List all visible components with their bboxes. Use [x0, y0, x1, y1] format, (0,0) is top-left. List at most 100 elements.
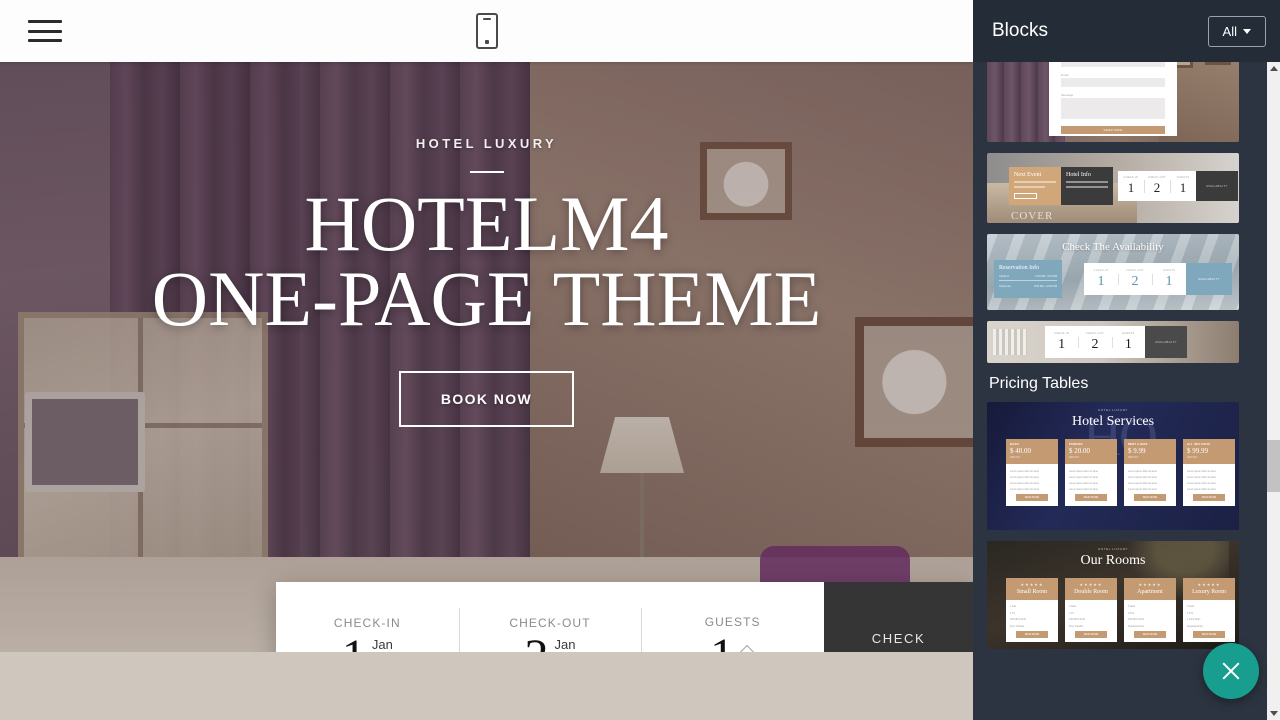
- guests-stepper[interactable]: [740, 633, 755, 653]
- hotelm4-editor-screen: HOTEL LUXURY HOTELM4 ONE-PAGE THEME BOOK…: [0, 0, 1280, 720]
- check-availability-line-1: CHECK: [871, 631, 926, 646]
- room-card-feature: 1 bed: [1010, 605, 1016, 608]
- room-card-feature: Free Transfer: [1010, 624, 1025, 628]
- pricing-card-name: ALL INCLUSIVE: [1187, 443, 1211, 446]
- blocks-panel-title: Blocks: [992, 20, 1048, 41]
- pricing-card-price: $ 20.00: [1069, 447, 1090, 455]
- pricing-card-name: RENT A BIKE: [1128, 443, 1148, 446]
- pricing-card-feature: Lorem ipsum dolor sit amet: [1187, 488, 1216, 491]
- room-card-stars: ★★★★★: [1020, 582, 1044, 587]
- pricing-card-feature: Lorem ipsum dolor sit amet: [1010, 488, 1039, 491]
- room-card: ★★★★★ Double Room 2 beds 1 TV 100 Mb/s W…: [1065, 578, 1117, 642]
- room-card-feature: 3 beds: [1187, 605, 1195, 608]
- close-panel-fab[interactable]: [1203, 643, 1259, 699]
- scroll-down-arrow-icon[interactable]: [1267, 707, 1280, 720]
- room-card-name: Double Room: [1074, 589, 1108, 595]
- pricing-card-feature: Lorem ipsum dolor sit amet: [1069, 488, 1098, 491]
- picker-value: 1: [1058, 336, 1066, 352]
- contact-field-label: Message: [1061, 93, 1074, 97]
- pricing-card-name: PARKING: [1069, 443, 1083, 446]
- check-availability-button[interactable]: CHECK AVAILABILITY: [824, 582, 973, 652]
- scroll-up-arrow-icon[interactable]: [1267, 62, 1280, 75]
- next-event-read-more: [1014, 193, 1037, 199]
- picker-label: CHECK-OUT: [1125, 268, 1145, 272]
- pricing-card-feature: Lorem ipsum dolor sit amet: [1010, 476, 1039, 479]
- booking-bar: CHECK-IN 1 Jan CHECK-OUT 2: [276, 582, 973, 652]
- pricing-card-name: BASIC: [1010, 443, 1020, 446]
- pricing-card-unit: PER DAY: [1010, 456, 1021, 459]
- room-card: ★★★★★ Small Room 1 bed 1 TV 100 Mb/s Wi-…: [1006, 578, 1058, 642]
- pricing-card-button: READ MORE: [1193, 494, 1225, 501]
- check-out-month-value: Jan: [554, 637, 576, 652]
- pricing-card-feature: Lorem ipsum dolor sit amet: [1187, 476, 1216, 479]
- picker-label: CHECK-IN: [1054, 331, 1070, 335]
- rooms-kicker: HOTEL LUXURY: [1097, 547, 1129, 551]
- pricing-card-feature: Lorem ipsum dolor sit amet: [1187, 470, 1216, 473]
- room-card-feature: 100 Mb/s Wi-Fi: [1128, 618, 1145, 621]
- room-card-feature: 100 Mb/s Wi-Fi: [1069, 618, 1086, 621]
- pricing-card: PARKING $ 20.00 PER DAY Lorem ipsum dolo…: [1065, 439, 1117, 506]
- room-card-feature: 1 TV: [1069, 611, 1075, 615]
- hero-title-line-1: HOTELM4: [304, 180, 669, 267]
- room-card-name: Apartment: [1137, 589, 1163, 595]
- pricing-card-feature: Lorem ipsum dolor sit amet: [1069, 482, 1098, 485]
- picker-value: 1: [1097, 273, 1105, 289]
- reservation-row-label: Check-in: [999, 275, 1010, 278]
- pricing-card-feature: Lorem ipsum dolor sit amet: [1187, 482, 1216, 485]
- services-kicker: HOTEL LUXURY: [1097, 408, 1129, 412]
- scrollbar-thumb[interactable]: [1267, 440, 1280, 492]
- blocks-filter-label: All: [1222, 23, 1237, 39]
- blocks-filter-dropdown[interactable]: All: [1207, 15, 1266, 47]
- room-card-feature: 100 Mb/s Wi-Fi: [1010, 618, 1027, 621]
- guests-value: 1: [710, 631, 734, 652]
- block-thumbnail-hotel-services[interactable]: HO HOTEL LUXURY Hotel Services BASIC $ 4…: [987, 402, 1239, 530]
- pricing-card-feature: Lorem ipsum dolor sit amet: [1128, 482, 1157, 485]
- book-now-button[interactable]: BOOK NOW: [398, 370, 575, 427]
- guests-label: GUESTS: [704, 614, 761, 629]
- pricing-card: BASIC $ 40.00 PER DAY Lorem ipsum dolor …: [1006, 439, 1058, 506]
- picker-value: 2: [1091, 336, 1099, 352]
- block-thumbnail-next-event[interactable]: Next Event Hotel Info CHECK-IN1 CHECK-OU…: [987, 153, 1239, 223]
- guests-field[interactable]: GUESTS 1: [641, 602, 824, 652]
- check-in-field[interactable]: CHECK-IN 1 Jan: [276, 602, 459, 652]
- blocks-panel-scrollbar[interactable]: [1267, 62, 1280, 720]
- block-thumbnail-booking-bar[interactable]: CHECK-IN 1 CHECK-OUT 2 GUESTS 1 AVAILABILIT…: [987, 321, 1239, 363]
- room-card: ★★★★★ Apartment 3 beds 2 TVs 100 Mb/s Wi…: [1124, 578, 1176, 642]
- picker-value: 2: [1153, 179, 1161, 195]
- pricing-card: RENT A BIKE $ 9.99 PER DAY Lorem ipsum d…: [1124, 439, 1176, 506]
- picker-value: 1: [1165, 273, 1173, 289]
- pricing-card-unit: PER DAY: [1128, 456, 1139, 459]
- pricing-card-unit: PER DAY: [1187, 456, 1198, 459]
- next-event-title: Next Event: [1014, 172, 1042, 178]
- pricing-card-feature: Lorem ipsum dolor sit amet: [1128, 470, 1157, 473]
- mobile-phone-icon[interactable]: [475, 13, 498, 49]
- check-availability-line-2: AVAILABILITY: [847, 650, 950, 652]
- block-thumbnail-check-availability[interactable]: Check The Availability Reservation Info …: [987, 234, 1239, 310]
- blocks-panel-list[interactable]: CONTACT FORM Get In Touch First name Ema…: [973, 62, 1268, 720]
- picker-label: CHECK-OUT: [1147, 175, 1167, 179]
- reservation-row-label: Check-out: [999, 285, 1011, 288]
- pricing-card-feature: Lorem ipsum dolor sit amet: [1128, 476, 1157, 479]
- room-card-feature: Free Transfer: [1069, 624, 1084, 628]
- pricing-card-feature: Lorem ipsum dolor sit amet: [1069, 470, 1098, 473]
- contact-field-label: Email: [1061, 73, 1069, 77]
- picker-value: 1: [1124, 336, 1132, 352]
- pricing-card-feature: Lorem ipsum dolor sit amet: [1010, 470, 1039, 473]
- picker-value: 1: [1179, 179, 1187, 195]
- hamburger-icon[interactable]: [28, 20, 62, 42]
- hero-section: HOTEL LUXURY HOTELM4 ONE-PAGE THEME BOOK…: [0, 62, 973, 652]
- room-card: ★★★★★ Luxury Room 3 beds 2 TVs 1 Gb/s Wi…: [1183, 578, 1235, 642]
- blocks-group-title-pricing-tables: Pricing Tables: [989, 375, 1089, 392]
- chevron-up-icon[interactable]: [740, 645, 755, 653]
- room-card-feature: 2 TVs: [1187, 611, 1194, 615]
- room-card-feature: 1 TV: [1010, 611, 1016, 615]
- room-card-feature: Separate Entry: [1187, 624, 1203, 628]
- contact-field-box: [1061, 98, 1165, 119]
- block-thumbnail-contact-form[interactable]: CONTACT FORM Get In Touch First name Ema…: [987, 62, 1239, 142]
- room-card-stars: ★★★★★: [1197, 582, 1221, 587]
- block-thumbnail-our-rooms[interactable]: HOTEL LUXURY Our Rooms ★★★★★ Small Room …: [987, 541, 1239, 649]
- chevron-down-icon: [1243, 28, 1251, 34]
- reservation-row-value: 2:00 PM - 5:00 PM: [1035, 275, 1057, 278]
- picker-label: GUESTS: [1176, 175, 1190, 179]
- check-out-field[interactable]: CHECK-OUT 2 Jan: [458, 602, 642, 652]
